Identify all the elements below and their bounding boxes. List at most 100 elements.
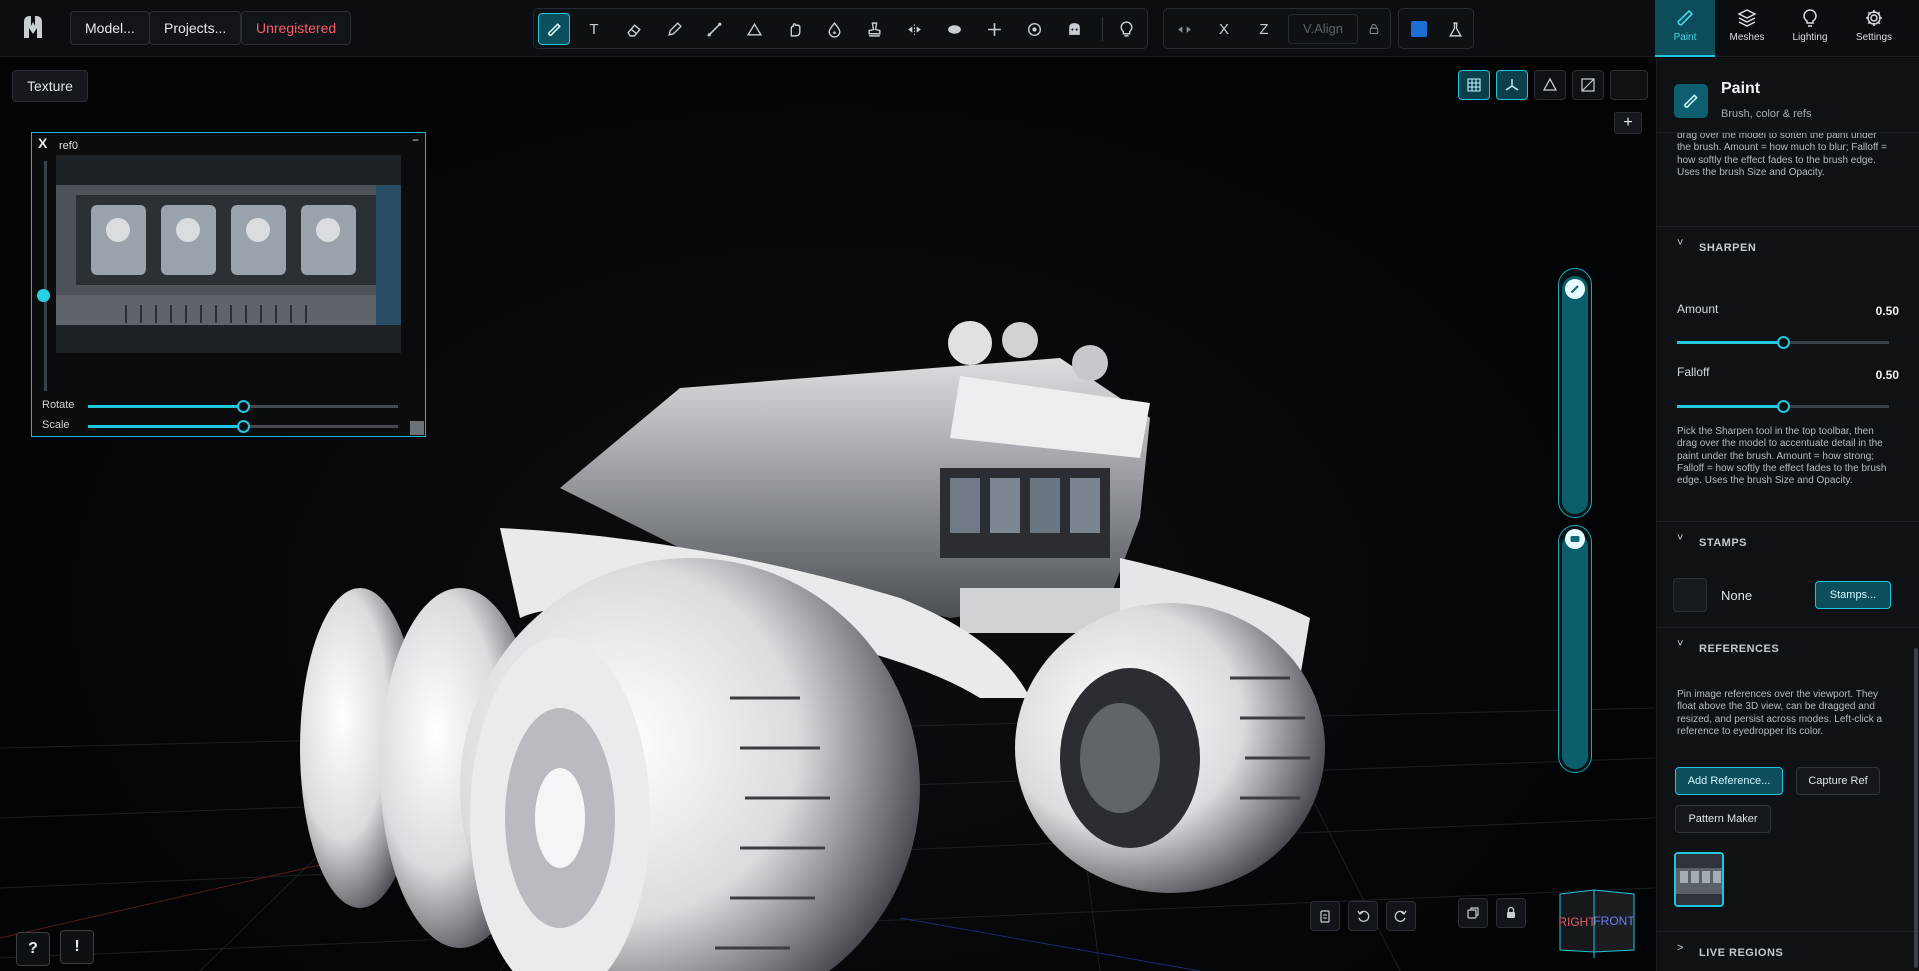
reference-opacity-knob[interactable] bbox=[37, 289, 50, 302]
model-menu-button[interactable]: Model... bbox=[70, 11, 150, 45]
references-section-header[interactable]: ˅ REFERENCES bbox=[1657, 627, 1919, 669]
plus-icon bbox=[987, 22, 1001, 36]
clipboard-button[interactable] bbox=[1310, 901, 1340, 931]
mask-tool[interactable] bbox=[1058, 13, 1090, 45]
lock-view-button[interactable] bbox=[1496, 898, 1526, 928]
axis-z-toggle[interactable]: Z bbox=[1248, 13, 1280, 45]
axes-toggle[interactable] bbox=[1496, 70, 1528, 100]
brush-icon bbox=[1684, 94, 1698, 108]
text-tool[interactable]: T bbox=[578, 13, 610, 45]
smudge-tool[interactable] bbox=[778, 13, 810, 45]
sharpen-falloff-slider[interactable] bbox=[1677, 400, 1889, 413]
symmetry-icon bbox=[1177, 25, 1191, 33]
reference-minimize-button[interactable]: − bbox=[412, 133, 419, 147]
flask-icon bbox=[1448, 21, 1462, 37]
tab-paint[interactable]: Paint bbox=[1655, 0, 1715, 57]
pen-tool[interactable] bbox=[658, 13, 690, 45]
uv-icon bbox=[1581, 78, 1595, 92]
lock-align-toggle[interactable] bbox=[1362, 13, 1386, 45]
sharpen-amount-fill bbox=[1677, 341, 1783, 344]
paint-tool-group: T bbox=[533, 8, 1148, 49]
eraser-tool[interactable] bbox=[618, 13, 650, 45]
brush-opacity-knob[interactable] bbox=[1565, 529, 1585, 549]
references-title: REFERENCES bbox=[1699, 643, 1780, 655]
fill-tool[interactable] bbox=[938, 13, 970, 45]
valign-button[interactable]: V.Align bbox=[1288, 14, 1358, 44]
rotate-slider-knob[interactable] bbox=[237, 400, 250, 413]
opacity-icon bbox=[1570, 536, 1580, 542]
add-view-button[interactable]: + bbox=[1614, 112, 1642, 134]
viewcube-right-label[interactable]: RIGHT bbox=[1558, 915, 1596, 929]
reference-image[interactable] bbox=[56, 155, 401, 353]
wireframe-toggle[interactable] bbox=[1534, 70, 1566, 100]
reference-close-button[interactable]: X bbox=[38, 135, 47, 151]
mirror-icon bbox=[907, 23, 921, 35]
primary-color-swatch[interactable] bbox=[1403, 13, 1435, 45]
panel-scrollbar[interactable] bbox=[1914, 648, 1918, 968]
alert-button[interactable]: ! bbox=[60, 930, 94, 964]
target-tool[interactable] bbox=[1018, 13, 1050, 45]
reference-thumbnail[interactable] bbox=[1674, 852, 1724, 907]
hint-tool[interactable] bbox=[1110, 13, 1142, 45]
sharpen-amount-label: Amount bbox=[1677, 302, 1719, 316]
sharpen-falloff-value: 0.50 bbox=[1875, 368, 1899, 382]
symmetry-toggle[interactable] bbox=[1168, 13, 1200, 45]
mask-icon bbox=[1068, 22, 1080, 35]
rotate-slider[interactable] bbox=[88, 400, 398, 413]
sharpen-amount-slider[interactable] bbox=[1677, 336, 1889, 349]
3d-viewport[interactable]: Texture X ref0 − Rotate Scale + ? ! RIGH… bbox=[0, 58, 1655, 971]
pattern-maker-button[interactable]: Pattern Maker bbox=[1675, 805, 1771, 833]
toolbar-separator bbox=[1102, 17, 1103, 41]
stamps-button[interactable]: Stamps... bbox=[1815, 581, 1891, 609]
triangle-tool[interactable] bbox=[738, 13, 770, 45]
background-color-swatch[interactable] bbox=[1610, 70, 1648, 100]
blur-tool[interactable] bbox=[818, 13, 850, 45]
brush-tool[interactable] bbox=[538, 13, 570, 45]
help-button[interactable]: ? bbox=[16, 932, 50, 966]
texture-button[interactable]: Texture bbox=[12, 70, 88, 102]
chevron-down-icon: ˅ bbox=[1677, 532, 1684, 544]
reference-opacity-track[interactable] bbox=[44, 161, 47, 391]
scale-slider[interactable] bbox=[88, 420, 398, 433]
view-cube[interactable]: RIGHT FRONT bbox=[1558, 888, 1636, 958]
tab-settings[interactable]: Settings bbox=[1844, 0, 1904, 57]
axis-x-toggle[interactable]: X bbox=[1208, 13, 1240, 45]
stamps-section-header[interactable]: ˅ STAMPS bbox=[1657, 521, 1919, 563]
sharpen-section-header[interactable]: ˅ SHARPEN bbox=[1657, 226, 1919, 268]
redo-button[interactable] bbox=[1386, 901, 1416, 931]
stamp-tool[interactable] bbox=[858, 13, 890, 45]
grid-toggle[interactable] bbox=[1458, 70, 1490, 100]
copy-icon bbox=[1467, 907, 1479, 919]
unregistered-button[interactable]: Unregistered bbox=[241, 11, 352, 45]
live-regions-title: LIVE REGIONS bbox=[1699, 947, 1784, 959]
undo-button[interactable] bbox=[1348, 901, 1378, 931]
stamp-preview[interactable] bbox=[1673, 578, 1707, 612]
reference-window[interactable]: X ref0 − Rotate Scale bbox=[31, 132, 426, 437]
add-reference-button[interactable]: Add Reference... bbox=[1675, 767, 1783, 795]
sharpen-falloff-label: Falloff bbox=[1677, 365, 1710, 379]
rotate-label: Rotate bbox=[42, 399, 75, 411]
sharpen-falloff-knob[interactable] bbox=[1777, 400, 1790, 413]
redo-icon bbox=[1394, 910, 1407, 922]
add-tool[interactable] bbox=[978, 13, 1010, 45]
line-tool[interactable] bbox=[698, 13, 730, 45]
panel-brush-icon-box bbox=[1674, 84, 1708, 118]
mirror-tool[interactable] bbox=[898, 13, 930, 45]
screenshot-button[interactable] bbox=[1458, 898, 1488, 928]
color-group bbox=[1398, 8, 1474, 49]
tab-meshes[interactable]: Meshes bbox=[1717, 0, 1777, 57]
tab-lighting[interactable]: Lighting bbox=[1780, 0, 1840, 57]
projects-menu-button[interactable]: Projects... bbox=[149, 11, 242, 45]
live-regions-section-header[interactable]: > LIVE REGIONS bbox=[1657, 931, 1919, 971]
sharpen-amount-knob[interactable] bbox=[1777, 336, 1790, 349]
capture-ref-button[interactable]: Capture Ref bbox=[1796, 767, 1880, 795]
eyedropper-tool[interactable] bbox=[1439, 13, 1471, 45]
scale-slider-knob[interactable] bbox=[237, 420, 250, 433]
brush-size-slider[interactable] bbox=[1558, 268, 1592, 518]
line-icon bbox=[707, 22, 721, 36]
brush-opacity-slider[interactable] bbox=[1558, 525, 1592, 773]
uv-toggle[interactable] bbox=[1572, 70, 1604, 100]
reference-resize-handle[interactable] bbox=[410, 421, 424, 435]
brush-size-knob[interactable] bbox=[1565, 279, 1585, 299]
viewcube-front-label[interactable]: FRONT bbox=[1593, 914, 1635, 928]
